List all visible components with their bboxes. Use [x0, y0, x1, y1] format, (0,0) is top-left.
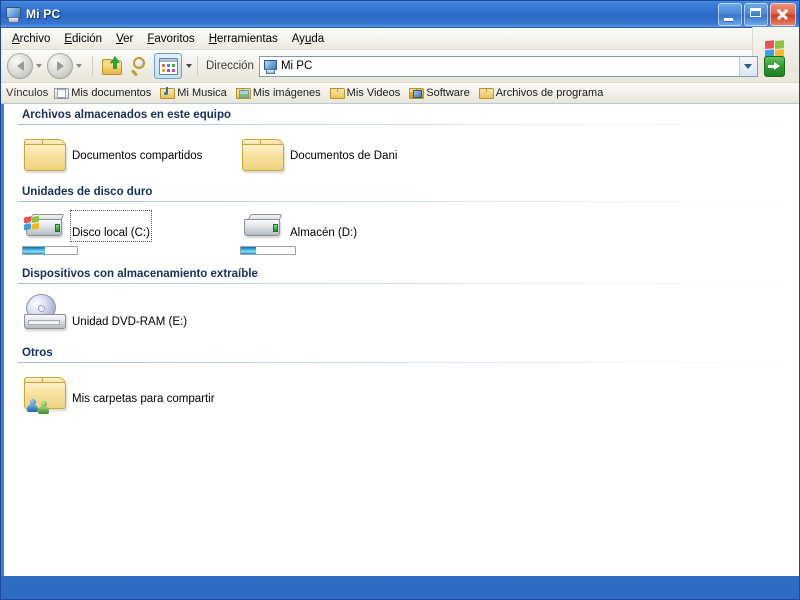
menu-ayuda[interactable]: Ayuda — [285, 31, 331, 47]
hard-drive-icon — [240, 212, 286, 242]
back-dropdown-caret-icon[interactable] — [36, 64, 42, 68]
link-label: Mi Musica — [177, 87, 227, 99]
views-icon — [158, 57, 178, 75]
close-button[interactable] — [770, 3, 796, 26]
list-item-label: Disco local (C:) — [70, 210, 152, 242]
link-mis-imagenes[interactable]: Mis imágenes — [235, 87, 321, 99]
music-folder-icon — [160, 87, 176, 99]
links-label: Vínculos — [6, 87, 49, 99]
hard-drive-icon — [22, 212, 68, 242]
list-item[interactable]: Documentos compartidos — [4, 135, 222, 173]
toolbar-separator — [92, 56, 93, 76]
link-label: Software — [426, 87, 470, 99]
maximize-button[interactable] — [744, 3, 768, 26]
folder-icon — [22, 135, 68, 173]
link-label: Mis Videos — [346, 87, 401, 99]
pictures-folder-icon — [235, 87, 251, 99]
menu-herramientas[interactable]: Herramientas — [202, 31, 285, 47]
my-computer-icon — [5, 6, 21, 23]
link-mi-musica[interactable]: Mi Musica — [160, 87, 227, 99]
list-item[interactable]: Mis carpetas para compartir — [4, 373, 304, 414]
back-button[interactable] — [7, 53, 33, 79]
menu-bar: Archivo Edición Ver Favoritos Herramient… — [1, 27, 799, 73]
software-folder-icon — [409, 87, 425, 99]
toolbar-separator-2 — [197, 56, 198, 76]
folder-icon — [329, 87, 345, 99]
capacity-fill — [241, 247, 257, 254]
list-item[interactable]: Almacén (D:) — [222, 212, 440, 255]
views-button[interactable] — [154, 53, 182, 79]
windows-flag-icon — [24, 215, 40, 232]
capacity-bar — [240, 246, 296, 255]
link-archivos-de-programa[interactable]: Archivos de programa — [478, 87, 604, 99]
up-folder-icon — [102, 56, 122, 75]
group-header: Archivos almacenados en este equipo — [22, 109, 231, 121]
menu-favoritos[interactable]: Favoritos — [140, 31, 201, 47]
list-item[interactable]: Documentos de Dani — [222, 135, 440, 173]
shared-folder-icon — [22, 373, 68, 414]
people-icon — [27, 395, 57, 414]
search-icon — [130, 56, 150, 77]
group-header: Dispositivos con almacenamiento extraíbl… — [22, 268, 258, 280]
folder-icon — [240, 135, 286, 173]
documents-folder-icon — [54, 87, 70, 99]
group-header: Unidades de disco duro — [22, 186, 153, 198]
link-software[interactable]: Software — [409, 87, 470, 99]
link-label: Mis imágenes — [252, 87, 321, 99]
group-archivos-almacenados: Archivos almacenados en este equipo Docu… — [4, 104, 799, 181]
minimize-button[interactable] — [718, 3, 742, 26]
list-item-label: Mis carpetas para compartir — [72, 393, 215, 405]
file-list-area[interactable]: Archivos almacenados en este equipo Docu… — [1, 104, 799, 576]
link-label: Archivos de programa — [495, 87, 604, 99]
my-computer-icon-small — [263, 59, 277, 74]
views-dropdown-caret-icon[interactable] — [186, 64, 192, 68]
group-header: Otros — [22, 347, 53, 359]
window-controls — [718, 3, 796, 26]
toolbar: Dirección Mi PC Ir — [1, 50, 799, 83]
menu-edicion[interactable]: Edición — [57, 31, 109, 47]
menu-archivo[interactable]: Archivo — [5, 31, 57, 47]
window-title: Mi PC — [26, 7, 61, 21]
group-dispositivos-extraibles: Dispositivos con almacenamiento extraíbl… — [4, 263, 799, 342]
link-mis-documentos[interactable]: Mis documentos — [54, 87, 151, 99]
go-arrow-icon — [763, 55, 785, 77]
address-dropdown-button[interactable] — [738, 56, 757, 76]
capacity-fill — [23, 247, 45, 254]
dvd-drive-icon — [22, 291, 72, 334]
group-otros: Otros Mis carpetas para compartir — [4, 342, 799, 419]
link-mis-videos[interactable]: Mis Videos — [329, 87, 401, 99]
link-label: Mis documentos — [71, 87, 152, 99]
title-bar: Mi PC — [1, 1, 799, 28]
list-item[interactable]: Disco local (C:) — [4, 210, 222, 255]
list-item-label: Almacén (D:) — [290, 227, 358, 239]
address-input[interactable]: Mi PC — [258, 55, 758, 77]
address-value: Mi PC — [280, 60, 313, 72]
list-item-label: Documentos de Dani — [290, 150, 398, 162]
folder-icon — [478, 87, 494, 99]
group-unidades-disco-duro: Unidades de disco duro Disco local (C:) … — [4, 181, 799, 263]
forward-button[interactable] — [47, 53, 73, 79]
address-label: Dirección — [206, 60, 254, 72]
capacity-bar — [22, 246, 78, 255]
list-item-label: Documentos compartidos — [72, 150, 203, 162]
up-folder-button[interactable] — [98, 53, 126, 79]
list-item-label: Unidad DVD-RAM (E:) — [72, 316, 188, 328]
explorer-window: Mi PC Archivo Edición Ver Favoritos Herr… — [0, 0, 800, 600]
menu-ver[interactable]: Ver — [109, 31, 140, 47]
forward-dropdown-caret-icon[interactable] — [76, 64, 82, 68]
list-item[interactable]: Unidad DVD-RAM (E:) — [4, 291, 264, 334]
search-button[interactable] — [126, 53, 154, 79]
links-bar: Vínculos Mis documentos Mi Musica Mis im… — [1, 83, 799, 104]
